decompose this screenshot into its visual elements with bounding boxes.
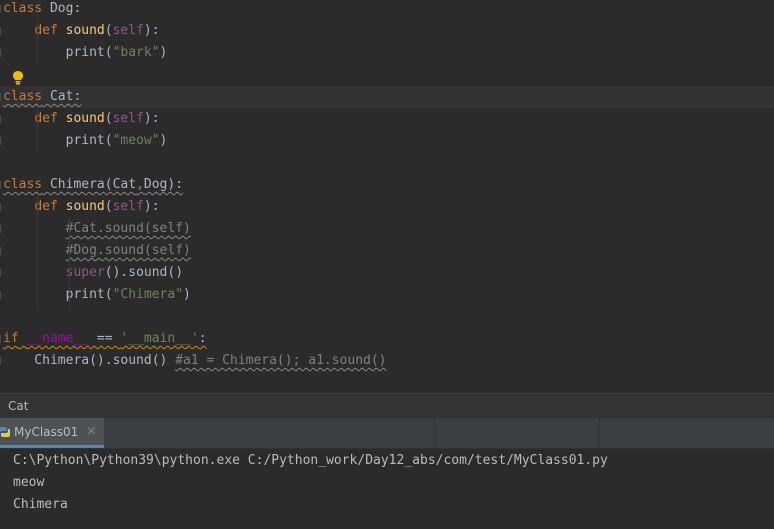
code-line[interactable]: Chimera().sound() #a1 = Chimera(); a1.so… xyxy=(0,350,774,372)
code-text: class Chimera(Cat,Dog): xyxy=(3,174,183,196)
code-line[interactable]: print("Chimera") xyxy=(0,284,774,306)
code-token: print( xyxy=(3,45,113,60)
code-token: ().sound() xyxy=(104,265,184,280)
breadcrumb-item[interactable]: Cat xyxy=(8,399,28,413)
code-line[interactable] xyxy=(0,306,774,328)
code-text: print("meow") xyxy=(3,130,168,152)
code-line[interactable]: def sound(self): xyxy=(0,20,774,42)
code-token: ) xyxy=(159,45,168,60)
code-line[interactable]: #Cat.sound(self) xyxy=(0,218,774,240)
code-text: #Cat.sound(self) xyxy=(3,218,191,240)
code-token: Dog: xyxy=(42,1,82,16)
run-tab-bar: MyClass01 × xyxy=(0,418,774,449)
run-console[interactable]: C:\Python\Python39\python.exe C:/Python_… xyxy=(0,449,774,529)
code-line[interactable]: class Cat: xyxy=(0,86,774,108)
code-line[interactable] xyxy=(0,152,774,174)
code-token: #a1 = Chimera(); a1.sound() xyxy=(175,353,387,368)
lightbulb-icon[interactable] xyxy=(12,70,24,86)
code-token: == xyxy=(89,331,121,346)
code-line[interactable] xyxy=(0,64,774,86)
code-token: ( xyxy=(104,111,113,126)
code-text: def sound(self): xyxy=(3,20,160,42)
code-line[interactable]: #Dog.sound(self) xyxy=(0,240,774,262)
code-text: def sound(self): xyxy=(3,108,160,130)
code-editor[interactable]: class Dog: def sound(self): print("bark"… xyxy=(0,0,774,392)
code-line[interactable]: print("bark") xyxy=(0,42,774,64)
code-token: ) xyxy=(159,133,168,148)
console-line-output: meow xyxy=(13,475,45,490)
tab-divider xyxy=(434,418,435,448)
code-token: ): xyxy=(143,199,160,214)
code-text: class Dog: xyxy=(3,0,81,20)
close-icon[interactable]: × xyxy=(86,424,97,439)
code-line[interactable]: class Chimera(Cat,Dog): xyxy=(0,174,774,196)
code-token: class xyxy=(3,89,43,104)
code-text: Chimera().sound() #a1 = Chimera(); a1.so… xyxy=(3,350,387,372)
code-token: Cat: xyxy=(42,89,82,104)
code-text: class Cat: xyxy=(3,86,81,108)
code-line[interactable]: class Dog: xyxy=(0,0,774,20)
tab-divider xyxy=(599,418,600,448)
code-token: sound xyxy=(65,199,105,214)
code-text: print("Chimera") xyxy=(3,284,191,306)
code-text: super().sound() xyxy=(3,262,183,284)
console-line-output: Chimera xyxy=(13,497,68,512)
code-text: if __name__ == '__main__': xyxy=(3,328,207,350)
code-token: '__main__' xyxy=(120,331,199,346)
code-token: class xyxy=(3,177,43,192)
code-token: sound xyxy=(65,111,105,126)
code-token: print( xyxy=(3,133,113,148)
code-text: def sound(self): xyxy=(3,196,160,218)
indent-guide xyxy=(69,218,70,306)
code-text: print("bark") xyxy=(3,42,168,64)
code-token: , xyxy=(136,177,144,192)
code-token: ( xyxy=(104,23,113,38)
code-token: ) xyxy=(183,287,191,302)
code-token: self xyxy=(112,199,144,214)
breadcrumb[interactable]: Cat xyxy=(0,393,774,418)
code-line[interactable]: def sound(self): xyxy=(0,196,774,218)
code-line[interactable]: print("meow") xyxy=(0,130,774,152)
code-token: self xyxy=(112,23,144,38)
code-token: if xyxy=(3,331,19,346)
code-token: class xyxy=(3,1,43,16)
python-icon xyxy=(0,427,10,437)
indent-guide xyxy=(37,20,38,64)
code-token: print( xyxy=(3,287,113,302)
code-token: "meow" xyxy=(112,133,160,148)
code-token: ( xyxy=(104,199,113,214)
code-token: "Chimera" xyxy=(112,287,184,302)
code-token: Chimera(Cat xyxy=(42,177,137,192)
code-token: __name__ xyxy=(26,331,90,346)
run-tab-label: MyClass01 xyxy=(14,425,79,439)
code-text: #Dog.sound(self) xyxy=(3,240,191,262)
code-token: self xyxy=(112,111,144,126)
code-token: sound xyxy=(65,23,105,38)
code-line[interactable]: if __name__ == '__main__': xyxy=(0,328,774,350)
code-token: #Dog.sound(self) xyxy=(65,243,191,258)
code-token: #Cat.sound(self) xyxy=(65,221,191,236)
code-token: Dog): xyxy=(143,177,184,192)
tab-myclass01[interactable]: MyClass01 × xyxy=(0,418,104,448)
console-line-command: C:\Python\Python39\python.exe C:/Python_… xyxy=(13,453,608,468)
code-token: ): xyxy=(143,111,160,126)
indent-guide xyxy=(37,196,38,306)
code-line[interactable]: def sound(self): xyxy=(0,108,774,130)
code-token: "bark" xyxy=(112,45,160,60)
code-token: Chimera().sound() xyxy=(3,353,176,368)
code-token: super xyxy=(65,265,105,280)
code-token: ): xyxy=(143,23,160,38)
indent-guide xyxy=(37,108,38,152)
code-token: : xyxy=(198,331,207,346)
code-line[interactable]: super().sound() xyxy=(0,262,774,284)
